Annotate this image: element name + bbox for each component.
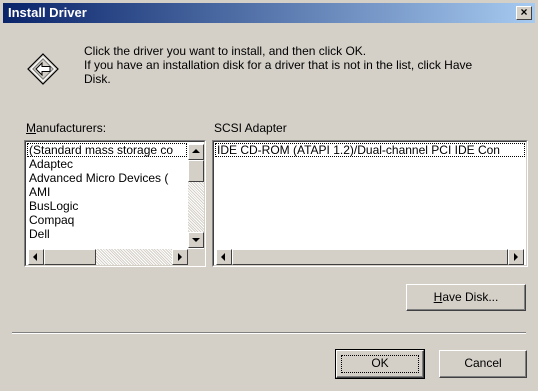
list-item[interactable]: AMI bbox=[27, 185, 187, 199]
title-bar[interactable]: Install Driver × bbox=[3, 3, 535, 23]
intro-text: Click the driver you want to install, an… bbox=[84, 44, 514, 86]
manufacturers-label-text: anufacturers: bbox=[36, 121, 107, 135]
arrow-left-icon bbox=[33, 253, 37, 261]
intro-line: Disk. bbox=[84, 72, 111, 86]
close-button[interactable]: × bbox=[516, 6, 532, 20]
manufacturers-label: Manufacturers: bbox=[26, 121, 106, 135]
cancel-label: Cancel bbox=[464, 356, 502, 370]
list-item[interactable]: Advanced Micro Devices ( bbox=[27, 171, 187, 185]
list-item[interactable]: (Standard mass storage co bbox=[27, 143, 187, 157]
close-icon: × bbox=[520, 5, 528, 19]
have-disk-label: ave Disk... bbox=[442, 290, 499, 304]
cancel-button[interactable]: Cancel bbox=[439, 350, 527, 378]
list-item[interactable]: Compaq bbox=[27, 213, 187, 227]
horizontal-scroll-thumb[interactable] bbox=[44, 249, 96, 265]
horizontal-scroll-thumb[interactable] bbox=[232, 249, 508, 265]
ok-label: OK bbox=[371, 356, 389, 370]
list-item[interactable]: IDE CD-ROM (ATAPI 1.2)/Dual-channel PCI … bbox=[215, 143, 525, 157]
scsi-adapter-list[interactable]: IDE CD-ROM (ATAPI 1.2)/Dual-channel PCI … bbox=[212, 140, 528, 267]
models-label: SCSI Adapter bbox=[214, 121, 287, 135]
arrow-down-icon bbox=[192, 238, 200, 242]
list-item[interactable]: Dell bbox=[27, 227, 187, 241]
arrow-left-icon bbox=[221, 253, 225, 261]
scroll-up-button[interactable] bbox=[188, 144, 204, 160]
intro-line: Click the driver you want to install, an… bbox=[84, 44, 367, 58]
have-disk-button[interactable]: Have Disk... bbox=[406, 284, 526, 311]
intro-line: If you have an installation disk for a d… bbox=[84, 58, 473, 72]
arrow-right-icon bbox=[178, 253, 182, 261]
manufacturers-list[interactable]: (Standard mass storage co Adaptec Advanc… bbox=[24, 140, 206, 267]
separator bbox=[12, 332, 526, 334]
manufacturers-label-mnemonic: M bbox=[26, 121, 36, 135]
manufacturers-list-items: (Standard mass storage co Adaptec Advanc… bbox=[27, 143, 187, 249]
install-driver-dialog: Install Driver × Click the driver you wa… bbox=[0, 0, 538, 391]
list-item[interactable]: BusLogic bbox=[27, 199, 187, 213]
list-item[interactable]: Adaptec bbox=[27, 157, 187, 171]
vertical-scroll-thumb[interactable] bbox=[188, 160, 204, 182]
arrow-right-icon bbox=[514, 253, 518, 261]
window-title: Install Driver bbox=[8, 5, 87, 20]
ok-button[interactable]: OK bbox=[335, 349, 425, 379]
scroll-left-button[interactable] bbox=[216, 249, 232, 265]
scroll-down-button[interactable] bbox=[188, 232, 204, 248]
scrollbar-corner bbox=[188, 249, 204, 265]
scroll-right-button[interactable] bbox=[508, 249, 524, 265]
scroll-left-button[interactable] bbox=[28, 249, 44, 265]
arrow-up-icon bbox=[192, 149, 200, 153]
scroll-right-button[interactable] bbox=[172, 249, 188, 265]
scsi-adapter-list-items: IDE CD-ROM (ATAPI 1.2)/Dual-channel PCI … bbox=[215, 143, 525, 249]
diamond-arrow-icon bbox=[27, 53, 59, 85]
